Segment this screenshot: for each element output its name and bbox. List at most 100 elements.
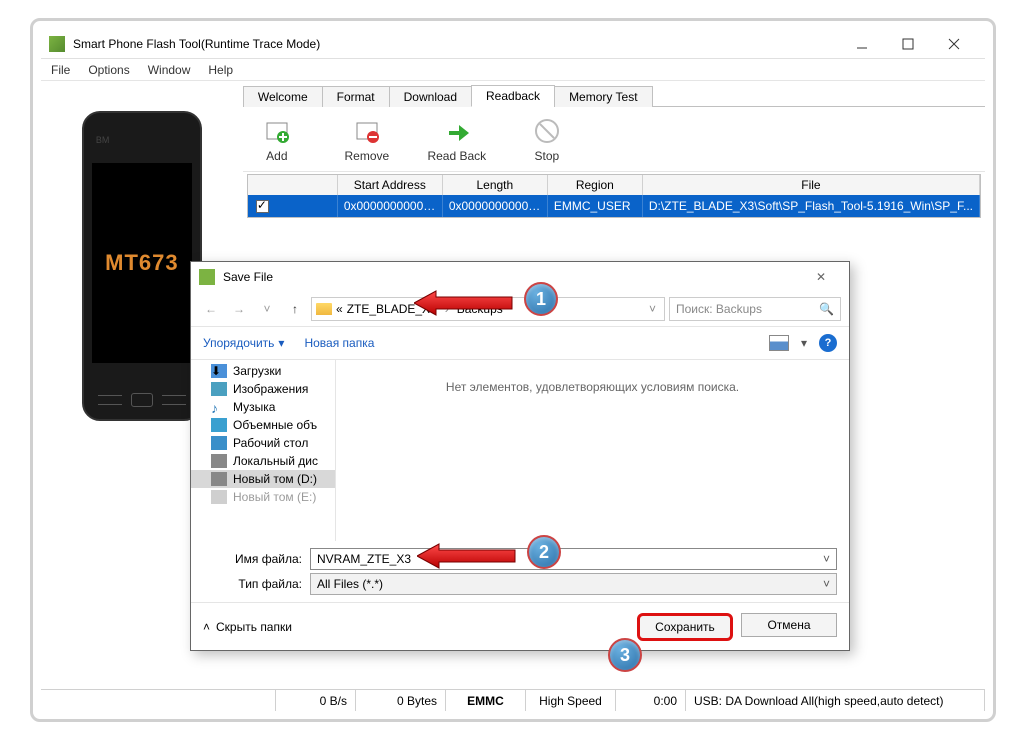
row-checkbox[interactable] [256,200,269,213]
help-button[interactable]: ? [819,334,837,352]
chevron-up-icon: ˄ [203,620,210,634]
downloads-icon: ⬇ [211,364,227,378]
new-folder-button[interactable]: Новая папка [304,336,374,350]
folder-icon [316,303,332,315]
td-region: EMMC_USER [548,195,643,217]
menu-options[interactable]: Options [82,61,135,79]
nav-tree: ⬇Загрузки Изображения ♪Музыка Объемные о… [191,360,336,541]
th-len: Length [443,175,548,195]
table-header: Start Address Length Region File [248,175,980,195]
add-icon [261,115,293,147]
disk-icon [211,490,227,504]
phone-mockup: BM MT673 [82,111,202,421]
annotation-badge-2: 2 [527,535,561,569]
status-type: EMMC [446,690,526,711]
menubar: File Options Window Help [41,59,985,81]
th-addr: Start Address [338,175,443,195]
add-button[interactable]: Add [247,115,307,163]
tab-format[interactable]: Format [322,86,390,107]
filetype-select[interactable]: All Files (*.*)˅ [310,573,837,595]
close-button[interactable] [931,30,977,58]
app-icon [49,36,65,52]
remove-icon [351,115,383,147]
status-usb: USB: DA Download All(high speed,auto det… [686,690,985,711]
tab-memory-test[interactable]: Memory Test [554,86,652,107]
phone-brand: BM [96,135,110,145]
nav-downloads[interactable]: ⬇Загрузки [191,362,335,380]
window-title: Smart Phone Flash Tool(Runtime Trace Mod… [73,37,839,51]
dialog-buttons: ˄Скрыть папки Сохранить Отмена [191,602,849,650]
tabs: Welcome Format Download Readback Memory … [243,85,985,107]
status-bytes: 0 Bytes [356,690,446,711]
save-file-dialog: Save File ✕ ← → ˅ ↑ « ZTE_BLADE_X3 › Bac… [190,261,850,651]
nav-back-button[interactable]: ← [199,297,223,321]
search-input[interactable]: Поиск: Backups 🔍 [669,297,841,321]
dialog-close-button[interactable]: ✕ [801,270,841,284]
tab-download[interactable]: Download [389,86,472,107]
nav-images[interactable]: Изображения [191,380,335,398]
nav-3dobjects[interactable]: Объемные объ [191,416,335,434]
search-icon: 🔍 [819,302,834,316]
titlebar: Smart Phone Flash Tool(Runtime Trace Mod… [41,29,985,59]
nav-volume-e[interactable]: Новый том (E:) [191,488,335,506]
view-options-button[interactable] [769,335,789,351]
annotation-arrow-1 [414,289,514,317]
annotation-badge-1: 1 [524,282,558,316]
dialog-fields: Имя файла: NVRAM_ZTE_X3˅ Тип файла: All … [191,541,849,602]
filename-label: Имя файла: [203,552,310,566]
th-region: Region [548,175,643,195]
desktop-icon [211,436,227,450]
table-row[interactable]: 0x000000000000... 0x000000000000... EMMC… [248,195,980,217]
save-button[interactable]: Сохранить [637,613,733,641]
address-bar-row: ← → ˅ ↑ « ZTE_BLADE_X3 › Backups ˅ Поиск… [191,292,849,326]
maximize-button[interactable] [885,30,931,58]
readback-button[interactable]: Read Back [427,115,487,163]
disk-icon [211,472,227,486]
menu-window[interactable]: Window [142,61,197,79]
filename-input[interactable]: NVRAM_ZTE_X3˅ [310,548,837,570]
objects3d-icon [211,418,227,432]
organize-menu[interactable]: Упорядочить ▾ [203,336,284,350]
nav-music[interactable]: ♪Музыка [191,398,335,416]
chevron-down-icon[interactable]: ˅ [823,552,830,566]
chevron-down-icon[interactable]: ˅ [645,302,660,316]
remove-button[interactable]: Remove [337,115,397,163]
status-time: 0:00 [616,690,686,711]
menu-help[interactable]: Help [202,61,239,79]
chevron-down-icon[interactable]: ▾ [801,336,807,350]
stop-icon [531,115,563,147]
images-icon [211,382,227,396]
disk-icon [211,454,227,468]
minimize-button[interactable] [839,30,885,58]
tab-welcome[interactable]: Welcome [243,86,323,107]
td-file: D:\ZTE_BLADE_X3\Soft\SP_Flash_Tool-5.191… [643,195,980,217]
td-addr: 0x000000000000... [338,195,443,217]
phone-chip-label: MT673 [105,250,178,276]
stop-button[interactable]: Stop [517,115,577,163]
chevron-down-icon[interactable]: ˅ [823,577,830,591]
annotation-arrow-2 [417,542,517,570]
annotation-badge-3: 3 [608,638,642,672]
nav-desktop[interactable]: Рабочий стол [191,434,335,452]
td-len: 0x000000000000... [443,195,548,217]
nav-up-button[interactable]: ↑ [283,297,307,321]
statusbar: 0 B/s 0 Bytes EMMC High Speed 0:00 USB: … [41,689,985,711]
th-file: File [643,175,980,195]
nav-recent-button[interactable]: ˅ [255,297,279,321]
nav-localdisk[interactable]: Локальный дис [191,452,335,470]
tab-readback[interactable]: Readback [471,85,555,107]
readback-icon [441,115,473,147]
dialog-titlebar: Save File ✕ [191,262,849,292]
hide-folders-link[interactable]: ˄Скрыть папки [203,620,292,634]
dialog-app-icon [199,269,215,285]
music-icon: ♪ [211,400,227,414]
cancel-button[interactable]: Отмена [741,613,837,637]
menu-file[interactable]: File [45,61,76,79]
file-list-empty: Нет элементов, удовлетворяющих условиям … [336,360,849,541]
filetype-label: Тип файла: [203,577,310,591]
status-mode: High Speed [526,690,616,711]
readback-table: Start Address Length Region File 0x00000… [247,174,981,218]
nav-volume-d[interactable]: Новый том (D:) [191,470,335,488]
nav-forward-button[interactable]: → [227,297,251,321]
status-speed: 0 B/s [276,690,356,711]
